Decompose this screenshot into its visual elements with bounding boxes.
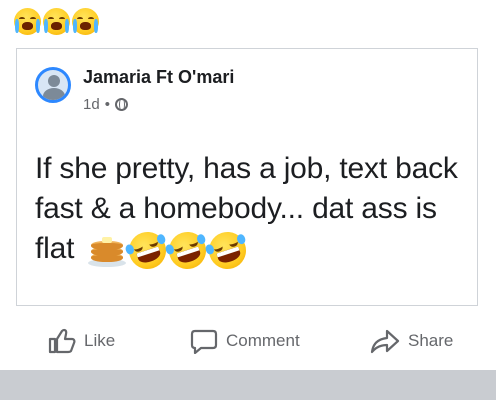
comment-icon — [190, 329, 218, 354]
post-meta: 1d • — [83, 96, 128, 113]
comment-button[interactable]: Comment — [190, 328, 300, 354]
share-button[interactable]: Share — [370, 328, 453, 354]
post-text: If she pretty, has a job, text back fast… — [35, 149, 465, 274]
thumbs-up-icon — [48, 328, 76, 354]
post-author[interactable]: Jamaria Ft O'mari — [83, 67, 234, 88]
post-actions: Like Comment Share — [0, 318, 496, 362]
crying-face-icon — [14, 8, 41, 35]
like-label: Like — [84, 331, 116, 350]
crying-face-icon — [72, 8, 99, 35]
share-arrow-icon — [370, 329, 400, 354]
header-emoji-row — [14, 8, 99, 35]
shared-post-card[interactable]: Jamaria Ft O'mari 1d • If she pretty, ha… — [16, 48, 478, 306]
crying-face-icon — [43, 8, 70, 35]
post-time[interactable]: 1d — [83, 96, 100, 113]
post-emojis — [88, 226, 252, 274]
pancakes-icon — [88, 233, 127, 268]
feed-divider — [0, 370, 496, 400]
tears-of-joy-icon — [164, 226, 212, 274]
tears-of-joy-icon — [204, 226, 252, 274]
meta-separator: • — [104, 96, 110, 113]
like-button[interactable]: Like — [48, 328, 115, 354]
comment-label: Comment — [226, 331, 300, 350]
avatar[interactable] — [35, 67, 71, 103]
globe-icon[interactable] — [114, 98, 128, 111]
share-label: Share — [408, 331, 454, 350]
tears-of-joy-icon — [124, 226, 172, 274]
